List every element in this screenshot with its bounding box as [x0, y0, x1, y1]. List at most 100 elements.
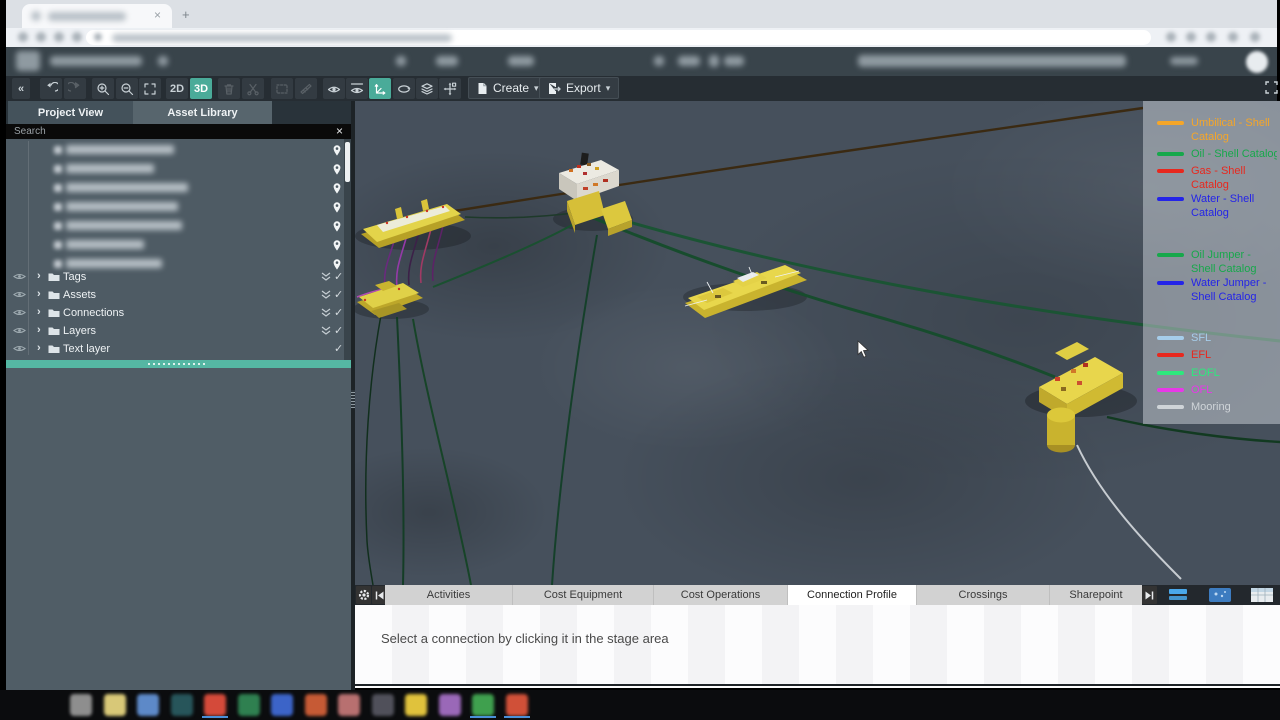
taskbar-app-icon[interactable] — [204, 694, 226, 716]
create-button[interactable]: Create ▾ — [468, 77, 548, 99]
taskbar-app-icon[interactable] — [372, 694, 394, 716]
fullscreen-button[interactable] — [1264, 80, 1279, 100]
reload-icon[interactable] — [54, 32, 64, 42]
taskbar-app-icon[interactable] — [439, 694, 461, 716]
pin-icon[interactable] — [332, 182, 342, 194]
layers-button[interactable] — [416, 78, 438, 99]
pin-icon[interactable] — [332, 144, 342, 156]
tab-sharepoint[interactable]: Sharepoint — [1050, 585, 1142, 605]
tree-item-redacted[interactable] — [6, 217, 351, 235]
forward-icon[interactable] — [36, 32, 46, 42]
pin-icon[interactable] — [332, 239, 342, 251]
zoom-in-button[interactable] — [92, 78, 114, 99]
taskbar-app-icon[interactable] — [137, 694, 159, 716]
search-clear-icon[interactable]: × — [336, 124, 343, 139]
extension-icon[interactable] — [1206, 32, 1216, 42]
profile-icon[interactable] — [1228, 32, 1238, 42]
expand-chevron-icon[interactable]: › — [37, 342, 41, 354]
taskbar-app-icon[interactable] — [506, 694, 528, 716]
pan-button[interactable] — [439, 78, 461, 99]
delete-button[interactable] — [218, 78, 240, 99]
marquee-select-button[interactable] — [271, 78, 293, 99]
tree-item-redacted[interactable] — [6, 179, 351, 197]
check-icon[interactable]: ✓ — [334, 324, 343, 337]
tab-asset-library[interactable]: Asset Library — [133, 101, 272, 124]
taskbar-app-icon[interactable] — [338, 694, 360, 716]
taskbar-app-icon[interactable] — [271, 694, 293, 716]
zoom-out-button[interactable] — [116, 78, 138, 99]
expand-chevron-icon[interactable]: › — [37, 324, 41, 336]
url-field[interactable] — [86, 30, 1151, 45]
pin-icon[interactable] — [332, 220, 342, 232]
tab-activities[interactable]: Activities — [385, 585, 513, 605]
layout-grid-icon[interactable] — [1250, 587, 1274, 603]
expand-chevron-icon[interactable]: › — [37, 288, 41, 300]
visibility-eye-icon[interactable] — [13, 308, 26, 317]
visibility-eye-icon[interactable] — [13, 272, 26, 281]
user-avatar[interactable] — [1246, 51, 1268, 73]
extension-icon[interactable] — [1166, 32, 1176, 42]
collapse-sidebar-button[interactable]: « — [12, 78, 30, 99]
home-icon[interactable] — [72, 32, 82, 42]
expand-chevron-icon[interactable]: › — [37, 270, 41, 282]
visibility-eye-icon[interactable] — [13, 290, 26, 299]
tab-connection-profile[interactable]: Connection Profile — [788, 585, 917, 605]
browser-tab[interactable]: × — [22, 4, 172, 28]
undo-button[interactable] — [40, 78, 62, 99]
tree-item-redacted[interactable] — [6, 160, 351, 178]
cut-button[interactable] — [242, 78, 264, 99]
taskbar-app-icon[interactable] — [70, 694, 92, 716]
show-button[interactable] — [323, 78, 345, 99]
collapse-all-icon[interactable] — [320, 290, 332, 300]
tab-project-view[interactable]: Project View — [8, 101, 133, 124]
visibility-eye-icon[interactable] — [13, 344, 26, 353]
panel-expand-button[interactable] — [1142, 586, 1157, 604]
header-control[interactable] — [678, 56, 700, 66]
taskbar-app-icon[interactable] — [171, 694, 193, 716]
tab-cost-operations[interactable]: Cost Operations — [654, 585, 788, 605]
taskbar-app-icon[interactable] — [238, 694, 260, 716]
tab-crossings[interactable]: Crossings — [917, 585, 1050, 605]
extension-icon[interactable] — [1186, 32, 1196, 42]
pin-icon[interactable] — [332, 201, 342, 213]
tree-item-redacted[interactable] — [6, 236, 351, 254]
measure-button[interactable] — [295, 78, 317, 99]
expand-chevron-icon[interactable]: › — [37, 306, 41, 318]
header-control[interactable] — [158, 56, 168, 66]
export-button[interactable]: Export ▾ — [539, 77, 619, 99]
tree-folder-layers[interactable]: › Layers ✓ — [6, 322, 344, 340]
header-control[interactable] — [508, 56, 534, 66]
collapse-all-icon[interactable] — [320, 308, 332, 318]
mode-3d-button[interactable]: 3D — [190, 78, 212, 99]
check-icon[interactable]: ✓ — [334, 342, 343, 355]
snap-axis-button[interactable] — [369, 78, 391, 99]
tree-folder-assets[interactable]: › Assets ✓ — [6, 286, 344, 304]
sidebar-splitter[interactable] — [6, 360, 351, 368]
header-control[interactable] — [396, 56, 406, 66]
panel-settings-button[interactable] — [356, 586, 371, 604]
visibility-eye-icon[interactable] — [13, 326, 26, 335]
check-icon[interactable]: ✓ — [334, 288, 343, 301]
hide-button[interactable] — [346, 78, 368, 99]
tab-close-icon[interactable]: × — [154, 8, 161, 22]
new-tab-icon[interactable]: + — [182, 7, 190, 22]
fit-view-button[interactable] — [139, 78, 161, 99]
orbit-button[interactable] — [393, 78, 415, 99]
layout-stage-icon[interactable] — [1208, 587, 1232, 603]
taskbar-app-icon[interactable] — [104, 694, 126, 716]
tab-cost-equipment[interactable]: Cost Equipment — [513, 585, 654, 605]
taskbar-app-icon[interactable] — [305, 694, 327, 716]
tree-scrollbar-thumb[interactable] — [345, 142, 350, 182]
search-input[interactable] — [14, 125, 324, 138]
taskbar-app-icon[interactable] — [472, 694, 494, 716]
check-icon[interactable]: ✓ — [334, 270, 343, 283]
collapse-all-icon[interactable] — [320, 272, 332, 282]
tree-item-redacted[interactable] — [6, 141, 351, 159]
redo-button[interactable] — [64, 78, 86, 99]
check-icon[interactable]: ✓ — [334, 306, 343, 319]
tree-folder-tags[interactable]: › Tags ✓ — [6, 268, 344, 286]
tree-folder-connections[interactable]: › Connections ✓ — [6, 304, 344, 322]
header-control[interactable] — [436, 56, 458, 66]
tree-folder-text-layer[interactable]: › Text layer ✓ — [6, 340, 344, 358]
pin-icon[interactable] — [332, 163, 342, 175]
